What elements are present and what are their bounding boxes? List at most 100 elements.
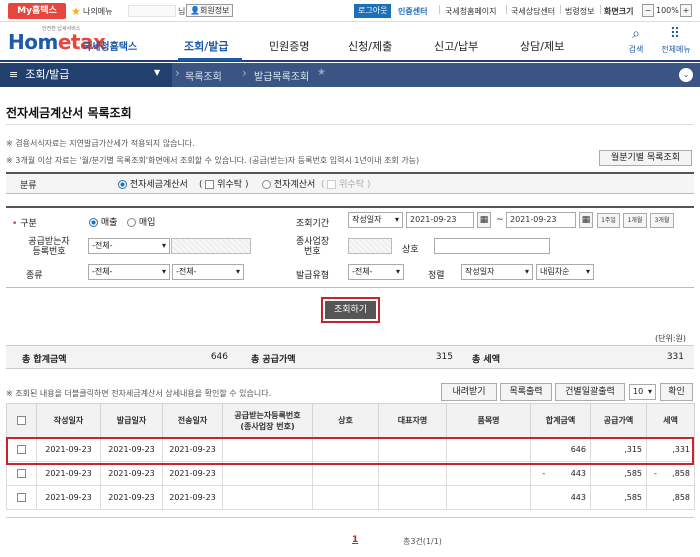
- checkbox: [327, 180, 337, 189]
- row-select-cell[interactable]: [6, 485, 37, 510]
- radio-purchase[interactable]: 매입: [127, 215, 155, 228]
- date-to-input[interactable]: 2021-09-23: [506, 212, 576, 228]
- monthly-list-button[interactable]: 월분기별 목록조회: [599, 150, 692, 166]
- radio-sales[interactable]: 매출: [89, 215, 117, 228]
- confirm-button[interactable]: 확인: [660, 383, 693, 401]
- list-note: ※ 조회된 내용을 더블클릭하면 전자세금계산서 상세내용을 확인할 수 있습니…: [6, 389, 272, 398]
- issue-type-label: 발급유형: [296, 271, 330, 281]
- zoom-out-button[interactable]: −: [642, 4, 654, 17]
- col-ceo[interactable]: 대표자명: [378, 403, 447, 438]
- col-supply[interactable]: 공급가액: [590, 403, 647, 438]
- cell-tax: ,858: [646, 485, 695, 510]
- radio-einvoice[interactable]: 전자계산서: [262, 177, 315, 190]
- col-item[interactable]: 품목명: [446, 403, 531, 438]
- unit-label: (단위:원): [655, 334, 687, 343]
- member-info-button[interactable]: 👤회원정보: [186, 4, 234, 17]
- nav-main-menu[interactable]: ≡ 조회/발급: [0, 63, 172, 87]
- col-company[interactable]: 상호: [312, 403, 379, 438]
- kind-select-1[interactable]: -전체-: [88, 264, 170, 280]
- cell-supply: ,585: [590, 485, 647, 510]
- kind-label: 종류: [26, 271, 43, 281]
- row-select-cell[interactable]: [6, 461, 37, 486]
- page-size-select[interactable]: 10: [629, 384, 656, 400]
- col-tax[interactable]: 세액: [646, 403, 695, 438]
- receiver-reg-input[interactable]: [171, 238, 251, 254]
- print-list-button[interactable]: 목록출력: [500, 383, 552, 401]
- chevron-right-icon: ›: [175, 66, 180, 80]
- nav-issued-list[interactable]: 발급목록조회: [254, 68, 309, 83]
- download-button[interactable]: 내려받기: [441, 383, 497, 401]
- page-title: 전자세금계산서 목록조회: [6, 106, 132, 120]
- radio-etax-invoice[interactable]: 전자세금계산서: [118, 177, 188, 190]
- cell-write-date: 2021-09-23: [36, 485, 101, 510]
- col-write-date[interactable]: 작성일자: [36, 403, 101, 438]
- calendar-icon[interactable]: ▦: [579, 212, 593, 228]
- my-menu-link[interactable]: 나의메뉴: [83, 6, 112, 17]
- search-icon[interactable]: ⌕: [626, 26, 646, 42]
- total-amount-label: 총 합계금액: [22, 355, 67, 365]
- gnb-apply-submit[interactable]: 신청/제출: [348, 38, 392, 54]
- search-button[interactable]: 조회하기: [325, 301, 376, 319]
- favorite-star-icon[interactable]: ★: [317, 67, 326, 78]
- one-month-button[interactable]: 1개월: [623, 213, 647, 228]
- nav-list-inquiry[interactable]: 목록조회: [185, 68, 222, 83]
- note-three-month: ※ 3개월 이상 자료는 '월/분기별 목록조회'화면에서 조회할 수 있습니다…: [6, 156, 420, 165]
- law-info-link[interactable]: 법령정보: [565, 6, 594, 17]
- col-send-date[interactable]: 전송일자: [162, 403, 223, 438]
- three-month-button[interactable]: 3개월: [650, 213, 674, 228]
- gnb-inquiry-issue[interactable]: 조회/발급: [184, 38, 229, 54]
- select-all-cell[interactable]: [6, 403, 37, 438]
- company-label: 상호: [402, 245, 419, 255]
- date-from-input[interactable]: 2021-09-23: [406, 212, 474, 228]
- kind-select-2[interactable]: -전체-: [172, 264, 244, 280]
- logout-button[interactable]: 로그아웃: [354, 4, 392, 18]
- total-amount-value: 646: [210, 352, 228, 362]
- gnb-consult-report[interactable]: 상담/제보: [520, 38, 564, 54]
- hamburger-icon: ≡: [9, 68, 19, 81]
- nts-home-link[interactable]: 국세청홈페이지: [445, 6, 497, 17]
- summary-bar: [6, 345, 694, 369]
- issue-type-select[interactable]: -전체-: [348, 264, 404, 280]
- sort-order-select[interactable]: 내림차순: [536, 264, 594, 280]
- one-week-button[interactable]: 1주일: [597, 213, 620, 228]
- row-checkbox[interactable]: [17, 493, 26, 502]
- cert-center-link[interactable]: 인증센터: [398, 6, 427, 17]
- company-input[interactable]: [434, 238, 550, 254]
- divider: [6, 124, 694, 125]
- table-row[interactable]: 2021-09-23 2021-09-23 2021-09-23 443 ,58…: [6, 485, 695, 510]
- grid-menu-icon[interactable]: ⠿: [664, 26, 686, 42]
- gnb-certificate[interactable]: 민원증명: [269, 38, 309, 54]
- col-receiver-reg[interactable]: 공급받는자등록번호 (종사업장 번호): [222, 403, 313, 438]
- receiver-reg-label: 공급받는자 등록번호: [28, 237, 70, 257]
- radio-dot: [118, 180, 127, 189]
- cell-send-date: 2021-09-23: [162, 485, 223, 510]
- separator: |: [505, 5, 509, 15]
- pagination-current[interactable]: 1: [352, 535, 358, 545]
- chevron-down-circle-icon[interactable]: ⌄: [679, 68, 693, 82]
- branch-no-input[interactable]: [348, 238, 392, 254]
- cell-ceo: [378, 461, 447, 486]
- gnb-report-pay[interactable]: 신고/납부: [434, 38, 478, 54]
- col-issue-date[interactable]: 발급일자: [100, 403, 163, 438]
- col-total[interactable]: 합계금액: [530, 403, 591, 438]
- my-hometax-tab[interactable]: My홈택스: [8, 3, 66, 19]
- tax-consult-link[interactable]: 국세상담센터: [511, 6, 555, 17]
- calendar-icon[interactable]: ▦: [477, 212, 491, 228]
- cell-total: 443: [530, 485, 591, 510]
- cell-item: [446, 485, 531, 510]
- chevron-down-icon[interactable]: ▼: [154, 68, 160, 77]
- cell-issue-date: 2021-09-23: [100, 461, 163, 486]
- tilde: ~: [496, 215, 504, 225]
- checkbox: [205, 180, 215, 189]
- zoom-in-button[interactable]: +: [680, 4, 692, 17]
- period-label: 조회기간: [296, 219, 330, 229]
- checkbox-consign-1[interactable]: ( 위수탁 ): [199, 177, 248, 190]
- row-checkbox[interactable]: [17, 469, 26, 478]
- sort-field-select[interactable]: 작성일자: [461, 264, 533, 280]
- select-all-checkbox[interactable]: [17, 416, 26, 425]
- period-type-select[interactable]: 작성일자: [348, 212, 403, 228]
- batch-print-button[interactable]: 건별일괄출력: [555, 383, 625, 401]
- table-row[interactable]: 2021-09-23 2021-09-23 2021-09-23 - 443 ,…: [6, 461, 695, 486]
- receiver-type-select[interactable]: -전체-: [88, 238, 170, 254]
- separator: |: [559, 5, 563, 15]
